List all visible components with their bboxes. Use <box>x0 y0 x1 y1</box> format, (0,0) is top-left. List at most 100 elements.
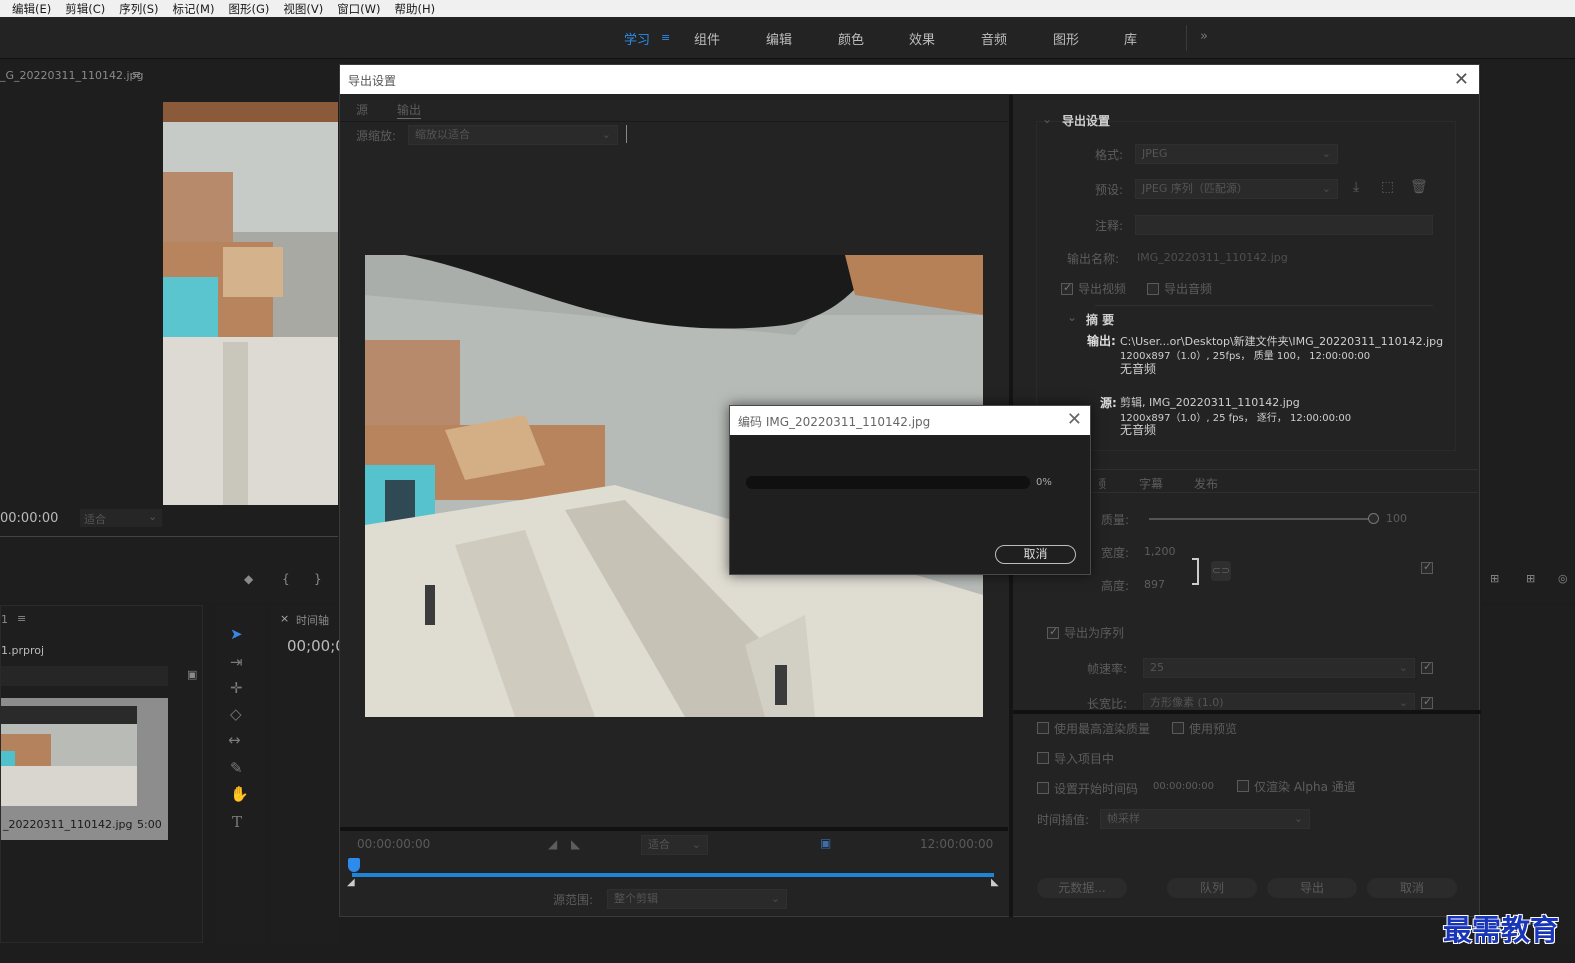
export-video-checkbox[interactable] <box>1061 281 1073 295</box>
workspace-tab-learn[interactable]: 学习 <box>624 29 650 48</box>
source-scaling-dropdown[interactable]: 缩放以适合 ⌄ <box>408 125 618 145</box>
workspace-tab-audio[interactable]: 音频 <box>981 29 1007 48</box>
close-icon[interactable]: ✕ <box>1067 409 1082 430</box>
in-point-icon[interactable]: ◢ <box>347 877 355 888</box>
workspace-tab-effects[interactable]: 效果 <box>909 29 935 48</box>
menu-clip[interactable]: 剪辑(C) <box>65 1 105 17</box>
type-tool-icon[interactable]: T <box>232 813 242 831</box>
lift-icon[interactable]: ⊞ <box>1490 572 1499 585</box>
export-frame-icon[interactable]: ◎ <box>1558 572 1568 585</box>
workspace-overflow-icon[interactable]: » <box>1200 29 1208 44</box>
frame-rate-dropdown[interactable]: 25 ⌄ <box>1143 658 1415 678</box>
quality-slider-handle[interactable] <box>1368 513 1379 524</box>
aspect-dropdown[interactable]: 方形像素 (1.0) ⌄ <box>1143 693 1415 711</box>
pen-tool-icon[interactable]: ✎ <box>230 759 243 777</box>
use-previews-checkbox[interactable] <box>1172 722 1184 734</box>
menu-markers[interactable]: 标记(M) <box>173 1 215 17</box>
workspace-tab-libraries[interactable]: 库 <box>1124 29 1137 48</box>
aspect-match-checkbox[interactable] <box>1421 695 1433 709</box>
menu-view[interactable]: 视图(V) <box>283 1 323 17</box>
export-as-sequence-checkbox[interactable] <box>1047 625 1059 639</box>
hand-tool-icon[interactable]: ✋ <box>230 785 249 803</box>
source-time-ruler[interactable] <box>0 536 338 550</box>
quality-slider[interactable] <box>1149 518 1371 520</box>
workspace-tab-editing[interactable]: 编辑 <box>766 29 792 48</box>
timeline-tab[interactable]: 时间轴 <box>296 612 329 628</box>
encode-dialog-title: 编码 IMG_20220311_110142.jpg <box>738 415 931 429</box>
queue-button[interactable]: 队列 <box>1167 878 1257 898</box>
ripple-edit-tool-icon[interactable]: ✛ <box>230 679 243 697</box>
save-preset-icon[interactable]: ⤓ <box>1353 179 1359 195</box>
time-interpolation-dropdown[interactable]: 帧采样 ⌄ <box>1100 809 1310 829</box>
project-search-input[interactable] <box>1 666 168 686</box>
workspace-tab-color[interactable]: 颜色 <box>838 29 864 48</box>
chevron-down-icon: ⌄ <box>1321 147 1331 160</box>
menu-help[interactable]: 帮助(H) <box>395 1 436 17</box>
source-preview-image <box>163 102 338 505</box>
project-clip-item[interactable]: _20220311_110142.jpg 5:00 <box>1 698 168 840</box>
source-range-bar[interactable] <box>352 873 994 877</box>
set-start-timecode-checkbox[interactable] <box>1037 782 1049 794</box>
playhead-icon[interactable] <box>348 858 360 872</box>
format-dropdown[interactable]: JPEG ⌄ <box>1135 144 1338 164</box>
tab-source[interactable]: 源 <box>356 101 368 118</box>
mark-out-icon[interactable]: ◣ <box>571 837 580 851</box>
tab-captions[interactable]: 字幕 <box>1139 475 1163 492</box>
track-select-tool-icon[interactable]: ⇥ <box>230 653 243 671</box>
menu-sequence[interactable]: 序列(S) <box>119 1 158 17</box>
render-alpha-checkbox[interactable] <box>1237 780 1249 792</box>
bin-icon[interactable]: ▣ <box>187 668 197 681</box>
cancel-button[interactable]: 取消 <box>1367 878 1457 898</box>
width-value[interactable]: 1,200 <box>1144 545 1176 558</box>
mark-in-icon[interactable]: { <box>282 572 290 586</box>
watermark-logo: 最需教育 <box>1443 913 1560 947</box>
preview-fit-dropdown[interactable]: 适合 ⌄ <box>641 835 708 855</box>
mark-in-icon[interactable]: ◢ <box>548 837 557 851</box>
comments-input[interactable] <box>1135 215 1433 235</box>
match-source-checkbox[interactable] <box>1421 560 1433 574</box>
out-point-icon[interactable]: ◣ <box>991 877 999 888</box>
import-into-project-checkbox[interactable] <box>1037 752 1049 764</box>
max-render-quality-checkbox[interactable] <box>1037 722 1049 734</box>
max-render-quality-label: 使用最高渲染质量 <box>1054 722 1151 736</box>
height-value[interactable]: 897 <box>1144 578 1165 591</box>
razor-tool-icon[interactable]: ◇ <box>230 705 242 723</box>
collapse-icon[interactable]: ⌄ <box>1067 310 1077 324</box>
workspace-tab-assembly[interactable]: 组件 <box>694 29 720 48</box>
export-button[interactable]: 导出 <box>1267 878 1357 898</box>
preset-dropdown[interactable]: JPEG 序列（匹配源） ⌄ <box>1135 179 1338 199</box>
delete-preset-icon[interactable]: 🗑 <box>1410 179 1428 195</box>
tab-output[interactable]: 输出 <box>397 101 422 119</box>
add-marker-icon[interactable]: ◆ <box>244 572 253 586</box>
close-icon[interactable]: ✕ <box>1454 69 1469 90</box>
frame-rate-match-checkbox[interactable] <box>1421 660 1433 674</box>
panel-menu-icon[interactable]: ≡ <box>132 68 141 81</box>
encode-dialog-titlebar: 编码 IMG_20220311_110142.jpg ✕ <box>730 406 1090 435</box>
preset-label: 预设: <box>1095 183 1124 197</box>
start-timecode-value[interactable]: 00:00:00:00 <box>1153 781 1214 792</box>
menu-graphics[interactable]: 图形(G) <box>228 1 269 17</box>
export-audio-checkbox[interactable] <box>1147 283 1159 295</box>
close-icon[interactable]: × <box>280 612 289 625</box>
menu-window[interactable]: 窗口(W) <box>337 1 380 17</box>
panel-menu-icon[interactable]: ≡ <box>17 612 26 625</box>
menu-edit[interactable]: 编辑(E) <box>12 1 51 17</box>
source-fit-dropdown[interactable]: 适合 ⌄ <box>80 509 162 527</box>
import-preset-icon[interactable]: ⬚ <box>1381 179 1394 195</box>
aspect-correction-icon[interactable]: ▣ <box>820 836 831 850</box>
tab-publish[interactable]: 发布 <box>1194 475 1218 492</box>
metadata-button[interactable]: 元数据... <box>1037 878 1127 898</box>
output-name-link[interactable]: IMG_20220311_110142.jpg <box>1137 251 1288 264</box>
source-range-dropdown[interactable]: 整个剪辑 ⌄ <box>607 889 787 909</box>
encode-cancel-button[interactable]: 取消 <box>995 545 1076 564</box>
slip-tool-icon[interactable]: ↔ <box>228 731 241 749</box>
project-tab[interactable]: 1 <box>1 613 8 626</box>
mark-out-icon[interactable]: } <box>314 572 322 586</box>
collapse-icon[interactable]: ⌄ <box>1042 112 1052 126</box>
extract-icon[interactable]: ⊞ <box>1526 572 1535 585</box>
link-dimensions-icon[interactable]: ⊂⊃ <box>1211 561 1231 581</box>
selection-tool-icon[interactable]: ➤ <box>230 625 243 643</box>
quality-value[interactable]: 100 <box>1386 512 1407 525</box>
workspace-menu-icon[interactable]: ≡ <box>661 31 670 44</box>
workspace-tab-graphics[interactable]: 图形 <box>1053 29 1079 48</box>
